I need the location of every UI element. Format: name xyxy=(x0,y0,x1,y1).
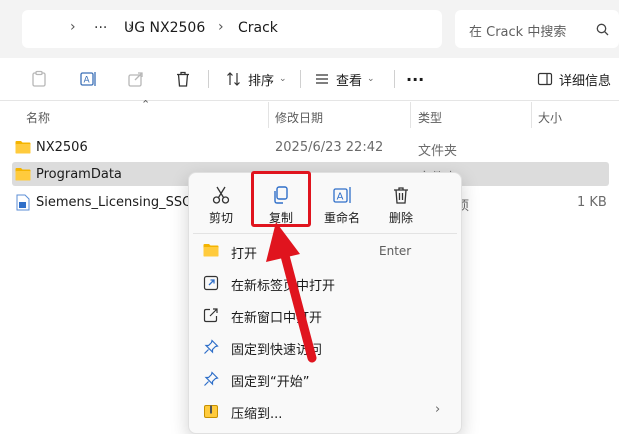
trash-icon xyxy=(394,187,408,204)
share-icon xyxy=(128,72,143,87)
address-bar-area: › ··· › UG NX2506 › Crack 在 Crack 中搜索 xyxy=(0,0,619,58)
view-button[interactable]: 查看 ⌄ xyxy=(314,66,375,92)
open-new-tab-icon xyxy=(203,275,219,291)
scissors-icon xyxy=(212,186,230,204)
details-pane-icon xyxy=(537,72,553,86)
search-icon xyxy=(596,23,609,36)
address-bar[interactable]: › ··· › UG NX2506 › Crack xyxy=(22,10,442,48)
toolbar-separator xyxy=(208,70,209,88)
delete-button[interactable]: 删除 xyxy=(374,179,428,229)
column-divider[interactable] xyxy=(531,102,532,128)
chevron-right-icon: › xyxy=(70,19,76,35)
column-divider[interactable] xyxy=(268,102,269,128)
folder-icon xyxy=(15,141,31,154)
svg-text:A: A xyxy=(337,192,344,203)
menu-item-open[interactable]: 打开 Enter xyxy=(189,237,461,265)
menu-separator xyxy=(193,233,457,234)
menu-item-open-new-tab[interactable]: 在新标签页中打开 xyxy=(189,269,461,297)
delete-toolbar-button[interactable] xyxy=(174,66,192,92)
pin-icon xyxy=(204,339,219,354)
delete-label: 删除 xyxy=(388,211,413,225)
menu-item-open-new-window[interactable]: 在新窗口中打开 xyxy=(189,301,461,329)
sort-label: 排序 xyxy=(248,73,275,89)
more-options-button[interactable]: ··· xyxy=(406,66,424,92)
sort-arrow-icon: ⌃ xyxy=(141,98,151,111)
view-label: 查看 xyxy=(336,73,363,89)
menu-item-label: 打开 xyxy=(231,247,258,262)
chevron-right-icon: › xyxy=(435,402,441,417)
column-date-header[interactable]: 修改日期 xyxy=(275,109,323,126)
file-row-nx2506[interactable]: NX2506 2025/6/23 22:42 文件夹 xyxy=(0,135,619,161)
rename-button[interactable]: A 重命名 xyxy=(315,179,369,229)
trash-icon xyxy=(177,71,189,87)
file-date: 2025/6/23 22:42 xyxy=(275,140,384,155)
file-type: 文件夹 xyxy=(418,144,458,159)
menu-item-pin-quick-access[interactable]: 固定到快速访问 xyxy=(189,333,461,361)
share-toolbar-button[interactable] xyxy=(127,66,145,92)
file-name: ProgramData xyxy=(36,167,122,182)
open-new-window-icon xyxy=(203,308,218,323)
cut-button[interactable]: 剪切 xyxy=(194,179,248,229)
menu-item-label: 压缩到... xyxy=(231,407,283,422)
view-list-icon xyxy=(316,74,328,84)
context-menu: 剪切 复制 A 重命名 删除 打开 Enter 在新标签页中打开 在新窗口中打开… xyxy=(188,171,462,434)
menu-item-label: 固定到“开始” xyxy=(231,375,310,390)
pin-icon xyxy=(204,371,219,386)
details-pane-button[interactable]: 详细信息 xyxy=(537,66,611,92)
details-label: 详细信息 xyxy=(559,73,612,89)
file-name: Siemens_Licensing_SSQ xyxy=(36,195,193,210)
sort-button[interactable]: 排序 ⌄ xyxy=(226,66,287,92)
column-headers: 名称 ⌃ 修改日期 类型 大小 xyxy=(0,98,619,130)
folder-icon xyxy=(203,244,219,257)
column-size-header[interactable]: 大小 xyxy=(538,109,562,126)
search-box[interactable]: 在 Crack 中搜索 xyxy=(455,10,619,48)
menu-item-shortcut: Enter xyxy=(379,244,412,258)
rename-label: 重命名 xyxy=(323,211,360,225)
rename-icon: A xyxy=(333,187,351,203)
toolbar-separator xyxy=(300,70,301,88)
zip-icon xyxy=(204,405,218,418)
rename-toolbar-button[interactable]: A xyxy=(79,66,97,92)
more-icon: ··· xyxy=(406,69,425,89)
chevron-down-icon: ⌄ xyxy=(279,74,287,84)
search-input[interactable]: 在 Crack 中搜索 xyxy=(469,21,566,40)
column-divider[interactable] xyxy=(410,102,411,128)
folder-icon xyxy=(15,168,31,181)
clipboard-icon xyxy=(32,70,46,87)
rename-icon: A xyxy=(80,72,96,86)
file-size: 1 KB xyxy=(577,195,607,210)
copy-highlight-box xyxy=(251,171,311,227)
sort-icon xyxy=(227,72,240,86)
chevron-right-icon: › xyxy=(218,19,224,35)
shortcut-file-icon xyxy=(16,194,30,211)
file-name: NX2506 xyxy=(36,140,88,155)
menu-item-label: 在新标签页中打开 xyxy=(231,279,336,294)
column-type-header[interactable]: 类型 xyxy=(418,109,442,126)
menu-item-label: 固定到快速访问 xyxy=(231,343,323,358)
toolbar-separator xyxy=(394,70,395,88)
cut-label: 剪切 xyxy=(208,211,233,225)
breadcrumb-ug-nx2506[interactable]: UG NX2506 xyxy=(124,20,205,36)
command-bar: A 排序 ⌄ 查看 ⌄ ··· 详细信息 xyxy=(0,58,619,101)
breadcrumb-crack[interactable]: Crack xyxy=(238,20,278,36)
breadcrumb-more[interactable]: ··· xyxy=(94,20,107,36)
menu-item-pin-start[interactable]: 固定到“开始” xyxy=(189,365,461,393)
chevron-down-icon: ⌄ xyxy=(367,74,375,84)
svg-text:A: A xyxy=(84,76,91,86)
column-name-header[interactable]: 名称 xyxy=(26,109,50,126)
menu-item-compress[interactable]: 压缩到... › xyxy=(189,397,461,425)
new-item-button[interactable] xyxy=(30,66,48,92)
menu-item-label: 在新窗口中打开 xyxy=(231,311,323,326)
